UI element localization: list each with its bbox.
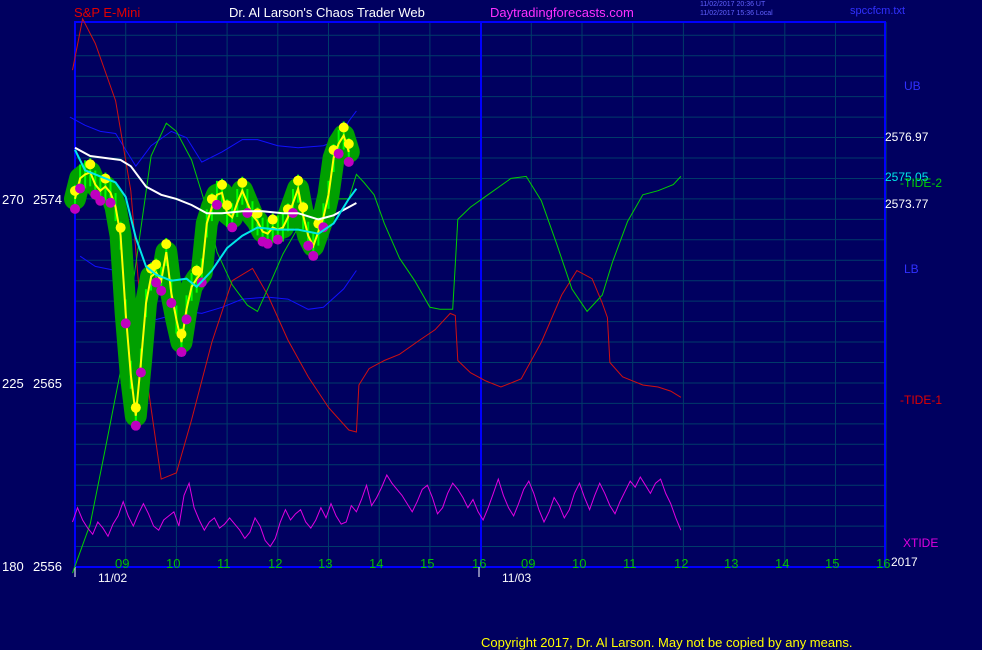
ub-label: UB	[904, 79, 921, 93]
date-label-day2: 11/03	[502, 571, 532, 585]
chart-title: Dr. Al Larson's Chaos Trader Web	[229, 5, 425, 20]
x-tick-label: 10	[572, 556, 587, 571]
x-tick-label: 10	[166, 556, 181, 571]
swing-high-dot	[130, 402, 141, 413]
x-tick-label: 14	[369, 556, 384, 571]
x-tick-label: 13	[318, 556, 333, 571]
xtide-label: XTIDE	[903, 536, 939, 550]
swing-low-dot	[156, 285, 167, 296]
symbol-label: S&P E-Mini	[74, 5, 141, 20]
date-label-day1: 11/02	[98, 571, 128, 585]
swing-low-dot	[135, 367, 146, 378]
swing-high-dot	[85, 159, 96, 170]
data-file-name: spccfcm.txt	[850, 5, 906, 17]
swing-high-dot	[338, 122, 349, 133]
x-tick-label: 16	[472, 556, 487, 571]
swing-high-dot	[217, 179, 228, 190]
y-label-left-180: 180	[2, 559, 24, 574]
swing-high-dot	[191, 265, 202, 276]
swing-low-dot	[211, 199, 222, 210]
y-label-price-2556: 2556	[33, 559, 62, 574]
swing-high-dot	[176, 329, 187, 340]
x-tick-label: 13	[724, 556, 739, 571]
swing-low-dot	[181, 314, 192, 325]
x-tick-label: 11	[217, 556, 231, 571]
y-label-price-2565: 2565	[33, 376, 62, 391]
swing-low-dot	[120, 318, 131, 329]
price-glow-band	[64, 124, 360, 427]
swing-low-dot	[308, 250, 319, 261]
swing-high-dot	[161, 239, 172, 250]
site-link[interactable]: Daytradingforecasts.com	[490, 6, 634, 19]
swing-low-dot	[105, 197, 116, 208]
x-tick-label: 16	[876, 556, 891, 571]
swing-low-dot	[242, 207, 253, 218]
swing-low-dot	[333, 148, 344, 159]
swing-high-dot	[298, 202, 309, 213]
swing-low-dot	[176, 347, 187, 358]
x-tick-label: 12	[674, 556, 689, 571]
copyright-notice: Copyright 2017, Dr. Al Larson. May not b…	[481, 635, 853, 650]
x-tick-label: 11	[623, 556, 637, 571]
swing-low-dot	[166, 297, 177, 308]
swing-low-dot	[70, 203, 80, 214]
white-ma-value: 2573.77	[885, 197, 929, 211]
swing-low-dot	[303, 240, 314, 251]
x-tick-label: 14	[775, 556, 790, 571]
swing-high-dot	[237, 177, 248, 188]
lb-label: LB	[904, 262, 919, 276]
y-label-left-225: 225	[2, 376, 24, 391]
swing-low-dot	[262, 238, 273, 249]
y-label-left-270: 270	[2, 192, 24, 207]
swing-high-dot	[267, 214, 278, 225]
swing-low-dot	[75, 183, 86, 194]
year-label: 2017	[891, 555, 918, 569]
local-timestamp: 11/02/2017 15:36 Local	[700, 10, 773, 17]
swing-high-dot	[222, 200, 233, 211]
swing-low-dot	[95, 195, 106, 206]
swing-high-dot	[115, 222, 126, 233]
swing-high-dot	[252, 208, 263, 219]
price-high-value: 2576.97	[885, 130, 929, 144]
x-tick-label: 12	[268, 556, 283, 571]
swing-high-dot	[151, 259, 162, 270]
swing-low-dot	[272, 234, 283, 245]
ut-timestamp: 11/02/2017 20:36 UT	[700, 1, 766, 8]
price-series	[64, 121, 360, 431]
swing-low-dot	[130, 420, 141, 431]
chart-canvas	[64, 17, 887, 577]
swing-high-dot	[343, 138, 354, 149]
tide1-label: -TIDE-1	[900, 393, 942, 407]
x-tick-label: 09	[115, 556, 130, 571]
x-tick-label: 15	[420, 556, 435, 571]
x-tick-label: 15	[825, 556, 840, 571]
swing-high-dot	[293, 175, 304, 186]
x-tick-label: 09	[521, 556, 536, 571]
y-label-price-2574: 2574	[33, 192, 62, 207]
swing-low-dot	[227, 222, 238, 233]
swing-low-dot	[343, 156, 354, 167]
tide2-label: -TIDE-2	[900, 176, 942, 190]
series-line-xtide	[72, 473, 682, 548]
